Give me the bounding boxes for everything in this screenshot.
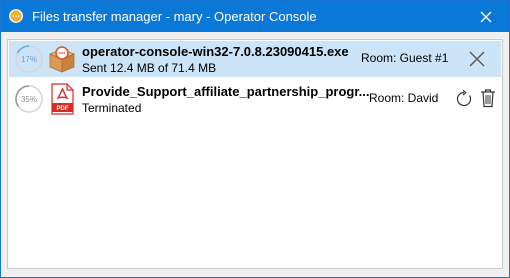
chat-bubble-icon	[9, 9, 23, 23]
title-bar: Files transfer manager - mary - Operator…	[1, 1, 509, 32]
close-icon[interactable]	[468, 50, 486, 68]
room-label: Room: David	[369, 91, 439, 105]
close-icon	[480, 11, 492, 22]
file-transfer-window: Files transfer manager - mary - Operator…	[0, 0, 510, 278]
transfer-status: Sent 12.4 MB of 71.4 MB	[82, 61, 217, 75]
retry-icon[interactable]	[455, 89, 473, 109]
file-name: Provide_Support_affiliate_partnership_pr…	[82, 84, 370, 99]
trash-icon[interactable]	[480, 88, 496, 108]
progress-ring: 35%	[15, 85, 43, 113]
transfer-list: 17% operator-console-win32-7.0.8.2309041…	[7, 39, 503, 269]
file-name: operator-console-win32-7.0.8.23090415.ex…	[82, 44, 349, 59]
room-label: Room: Guest #1	[361, 51, 449, 65]
pdf-icon: PDF	[51, 83, 74, 115]
package-icon	[48, 46, 76, 73]
progress-arc	[16, 45, 30, 54]
pdf-badge: PDF	[57, 106, 69, 112]
transfer-status: Terminated	[82, 101, 142, 115]
transfer-row[interactable]: 35% PDF Provide_Support_affiliate_partne…	[9, 81, 501, 117]
transfer-row[interactable]: 17% operator-console-win32-7.0.8.2309041…	[9, 41, 501, 77]
window-title: Files transfer manager - mary - Operator…	[32, 9, 317, 24]
progress-label: 17%	[21, 55, 37, 64]
progress-label: 35%	[21, 95, 37, 104]
progress-ring: 17%	[15, 45, 43, 73]
window-close-button[interactable]	[463, 1, 509, 32]
